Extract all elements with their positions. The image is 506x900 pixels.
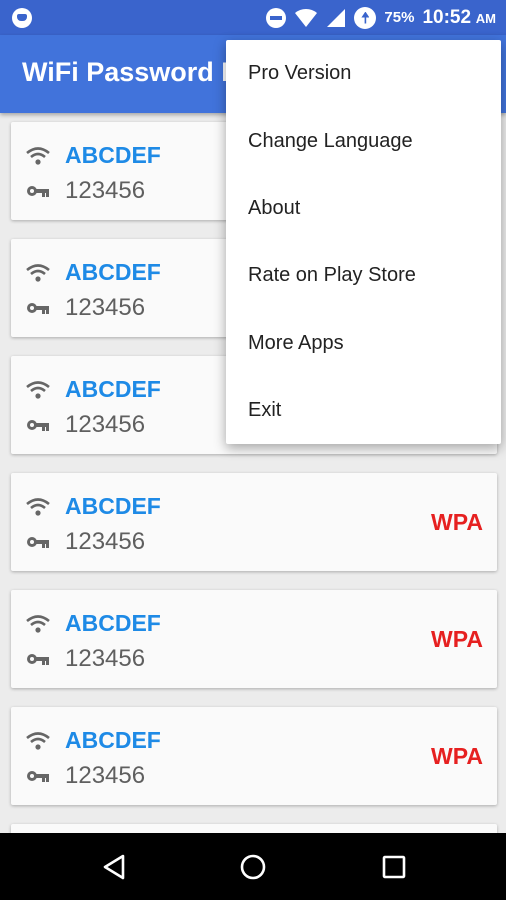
menu-item-change-language[interactable]: Change Language [226,107,501,174]
security-type: WPA [431,743,483,769]
menu-item-pro-version[interactable]: Pro Version [226,40,501,107]
ssid-row: ABCDEF [25,376,161,403]
wifi-signal-icon [295,8,318,27]
network-password: 123456 [65,528,146,555]
clock: 10:52 AM [422,7,496,29]
key-icon [27,537,49,548]
network-ssid: ABCDEF [65,259,161,285]
password-row: 123456 [25,762,145,790]
security-type: WPA [431,509,483,535]
clock-time: 10:52 [422,6,472,28]
network-password: 123456 [65,294,146,321]
network-card[interactable]: ABCDEF 123456 WPA [11,473,497,571]
ssid-row: ABCDEF [25,727,161,754]
ssid-row: ABCDEF [25,142,161,169]
cell-signal-icon [327,8,346,27]
network-ssid: ABCDEF [65,376,161,402]
password-row: 123456 [25,645,145,673]
password-row: 123456 [25,411,145,439]
menu-item-rate[interactable]: Rate on Play Store [226,242,501,309]
security-type: WPA [431,626,483,652]
menu-item-about[interactable]: About [226,175,501,242]
wifi-icon [26,146,50,165]
network-password: 123456 [65,177,146,204]
ssid-row: ABCDEF [25,610,161,637]
do-not-disturb-icon [266,7,287,28]
data-saver-icon [354,6,377,29]
app-title: WiFi Password F [22,57,238,87]
recents-button[interactable] [364,833,424,900]
wifi-icon [26,731,50,750]
key-icon [27,420,49,431]
password-row: 123456 [25,294,145,322]
wifi-icon [26,263,50,282]
wifi-icon [26,614,50,633]
ssid-row: ABCDEF [25,259,161,286]
status-bar: 75% 10:52 AM [0,0,506,35]
menu-item-more-apps[interactable]: More Apps [226,310,501,377]
key-icon [27,771,49,782]
clock-ampm: AM [475,10,496,26]
wifi-icon [26,380,50,399]
network-card[interactable] [11,824,497,833]
network-ssid: ABCDEF [65,610,161,636]
password-row: 123456 [25,528,145,556]
key-icon [27,186,49,197]
home-button[interactable] [223,833,283,900]
network-card[interactable]: ABCDEF 123456 WPA [11,590,497,688]
menu-item-exit[interactable]: Exit [226,377,501,444]
notification-icon [12,8,32,28]
navigation-bar [0,833,506,900]
back-button[interactable] [84,833,144,900]
recents-icon [382,855,406,878]
network-ssid: ABCDEF [65,142,161,168]
network-password: 123456 [65,411,146,438]
network-card[interactable]: ABCDEF 123456 WPA [11,707,497,805]
key-icon [27,303,49,314]
password-row: 123456 [25,177,145,205]
ssid-row: ABCDEF [25,493,161,520]
network-password: 123456 [65,762,146,789]
overflow-menu: Pro Version Change Language About Rate o… [226,40,501,444]
wifi-icon [26,497,50,516]
home-icon [240,854,266,879]
status-icons: 75% 10:52 AM [266,0,496,35]
battery-percent: 75% [384,9,415,26]
back-icon [103,854,125,879]
network-ssid: ABCDEF [65,493,161,519]
network-ssid: ABCDEF [65,727,161,753]
network-password: 123456 [65,645,146,672]
key-icon [27,654,49,665]
